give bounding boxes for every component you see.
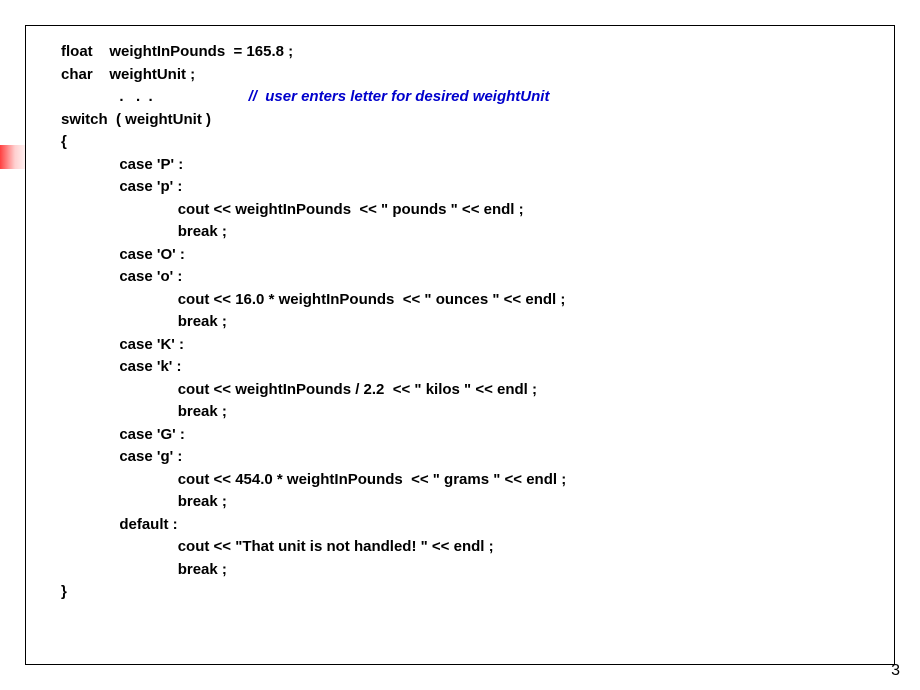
code-block: float weightInPounds = 165.8 ; char weig… bbox=[25, 25, 895, 665]
code-line: case 'K' : bbox=[61, 334, 884, 357]
code-line: float weightInPounds = 165.8 ; bbox=[61, 41, 884, 64]
code-line: cout << 454.0 * weightInPounds << " gram… bbox=[61, 469, 884, 492]
code-line: { bbox=[61, 131, 884, 154]
code-line: break ; bbox=[61, 221, 884, 244]
code-line: switch ( weightUnit ) bbox=[61, 109, 884, 132]
page-number: 3 bbox=[891, 662, 900, 680]
code-line: case 'p' : bbox=[61, 176, 884, 199]
code-line: . . . // user enters letter for desired … bbox=[61, 86, 884, 109]
code-line: break ; bbox=[61, 491, 884, 514]
code-line: cout << weightInPounds / 2.2 << " kilos … bbox=[61, 379, 884, 402]
code-line: cout << 16.0 * weightInPounds << " ounce… bbox=[61, 289, 884, 312]
code-line: break ; bbox=[61, 559, 884, 582]
code-line: case 'O' : bbox=[61, 244, 884, 267]
code-line: } bbox=[61, 581, 884, 604]
code-text: . . . bbox=[61, 88, 249, 105]
code-line: default : bbox=[61, 514, 884, 537]
code-line: break ; bbox=[61, 311, 884, 334]
code-comment: // user enters letter for desired weight… bbox=[249, 88, 550, 105]
code-line: break ; bbox=[61, 401, 884, 424]
code-line: cout << "That unit is not handled! " << … bbox=[61, 536, 884, 559]
code-line: case 'o' : bbox=[61, 266, 884, 289]
code-line: case 'k' : bbox=[61, 356, 884, 379]
code-line: case 'P' : bbox=[61, 154, 884, 177]
code-line: cout << weightInPounds << " pounds " << … bbox=[61, 199, 884, 222]
code-line: case 'G' : bbox=[61, 424, 884, 447]
code-line: case 'g' : bbox=[61, 446, 884, 469]
code-line: char weightUnit ; bbox=[61, 64, 884, 87]
